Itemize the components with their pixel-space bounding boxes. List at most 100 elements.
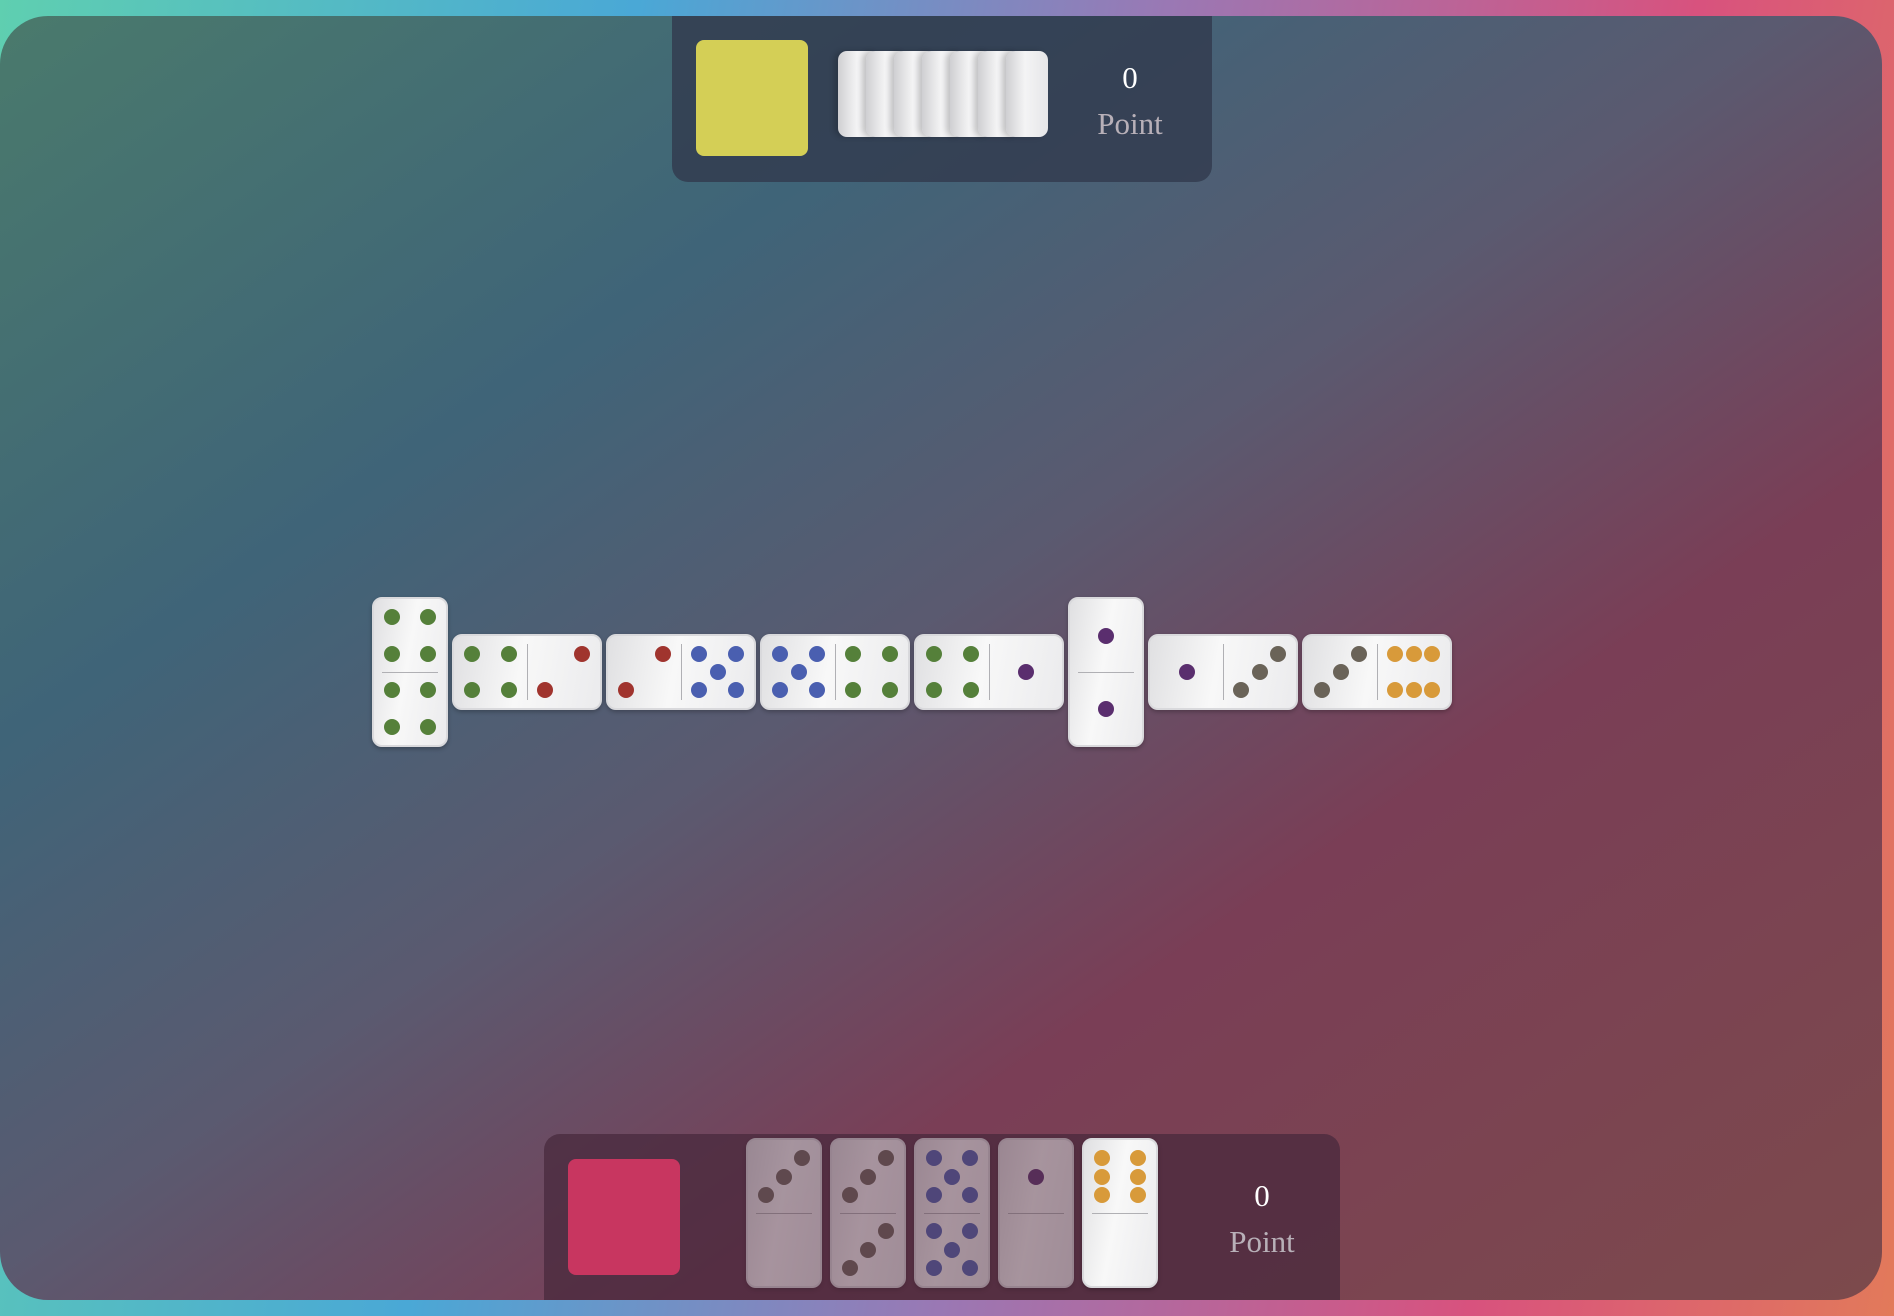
pip [1251,664,1268,680]
board-domino [1068,597,1144,747]
board-domino [1302,634,1452,710]
pip [944,1241,960,1258]
board-domino [1148,634,1298,710]
tile-divider [1092,1213,1148,1214]
pip [1028,1168,1044,1185]
pip [878,1223,894,1239]
pip [384,682,400,698]
pip [1094,1150,1110,1166]
pip [464,646,480,662]
player-score: 0 Point [1202,1178,1322,1260]
pip [1017,664,1034,680]
pip [845,646,861,662]
tile-divider [756,1213,812,1214]
pip [1270,646,1286,662]
tile-divider [924,1213,980,1214]
tile-divider [1008,1213,1064,1214]
pip [537,682,553,698]
pip [926,646,942,662]
hand-domino[interactable] [746,1138,822,1288]
game-board: 0 Point 0 Point [0,16,1882,1300]
tile-divider [835,644,836,700]
pip [1094,1187,1110,1203]
pip [420,609,436,625]
pip [926,1223,942,1239]
pip [926,1260,942,1276]
pip [420,646,436,662]
player-score-label: Point [1229,1224,1295,1259]
pip [809,682,825,698]
pip [1233,682,1249,698]
pip [384,646,400,662]
hand-domino[interactable] [1082,1138,1158,1288]
pip [501,682,517,698]
opponent-face-down-domino [1006,51,1048,137]
pip [420,719,436,735]
pip [963,646,979,662]
pip [772,646,788,662]
pip [384,609,400,625]
pip [790,664,807,680]
opponent-avatar [696,40,808,156]
pip [1098,700,1114,717]
pip [501,646,517,662]
pip [860,1241,876,1258]
pip [1405,646,1422,662]
hand-domino[interactable] [914,1138,990,1288]
tile-divider [681,644,682,700]
pip [618,682,634,698]
pip [1314,682,1330,698]
tile-divider [382,672,438,673]
pip [962,1150,978,1166]
player-score-value: 0 [1254,1178,1270,1213]
opponent-panel: 0 Point [672,16,1212,182]
tile-divider [527,644,528,700]
pip [691,646,707,662]
pip [1130,1187,1146,1203]
board-domino [606,634,756,710]
pip [464,682,480,698]
pip [963,682,979,698]
pip [728,646,744,662]
pip [1098,627,1114,644]
pip [776,1168,792,1185]
pip [709,664,726,680]
board-domino [914,634,1064,710]
board-domino [760,634,910,710]
pip [962,1223,978,1239]
pip [926,1150,942,1166]
pip [384,719,400,735]
hand-domino[interactable] [830,1138,906,1288]
tile-divider [1377,644,1378,700]
pip [655,646,671,662]
pip [860,1168,876,1185]
pip [944,1168,960,1185]
opponent-score: 0 Point [1070,60,1190,142]
pip [1351,646,1367,662]
pip [1424,682,1440,698]
hand-domino[interactable] [998,1138,1074,1288]
opponent-score-label: Point [1097,106,1163,141]
player-panel: 0 Point [544,1134,1340,1300]
tile-divider [1223,644,1224,700]
pip [882,646,898,662]
pip [1130,1150,1146,1166]
pip [882,682,898,698]
pip [1387,682,1403,698]
tile-divider [1078,672,1134,673]
pip [1387,646,1403,662]
pip [845,682,861,698]
pip [926,682,942,698]
opponent-score-value: 0 [1122,60,1138,95]
board-domino [452,634,602,710]
pip [1178,664,1195,680]
pip [1130,1168,1146,1185]
pip [842,1187,858,1203]
pip [1424,646,1440,662]
pip [691,682,707,698]
tile-divider [840,1213,896,1214]
player-avatar [568,1159,680,1275]
tile-divider [989,644,990,700]
pip [1094,1168,1110,1185]
pip [1332,664,1349,680]
